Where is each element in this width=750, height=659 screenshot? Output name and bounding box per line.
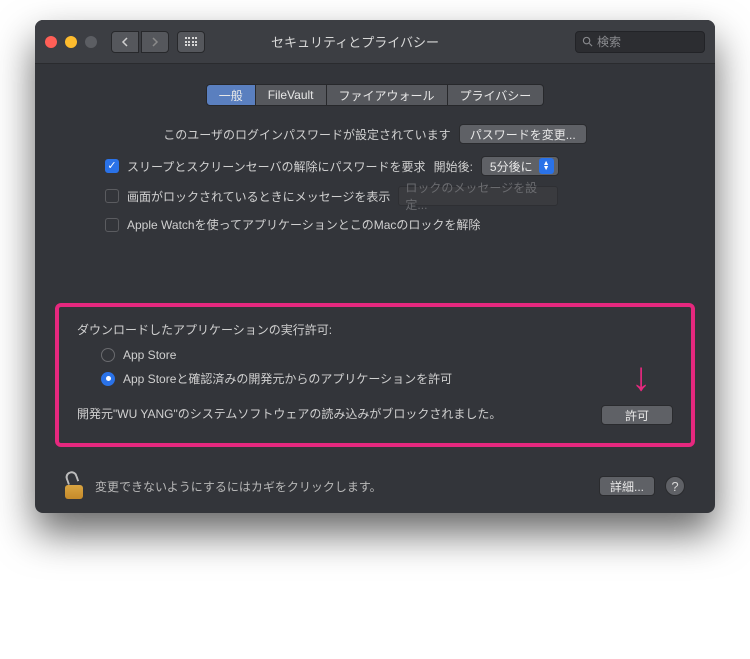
delay-value: 5分後に (490, 158, 533, 175)
require-password-row: スリープとスクリーンセーバの解除にパスワードを要求 開始後: 5分後に ▲▼ (65, 156, 685, 176)
lock-message-checkbox[interactable] (105, 189, 119, 203)
apple-watch-checkbox[interactable] (105, 218, 119, 232)
tab-privacy[interactable]: プライバシー (448, 84, 545, 106)
minimize-window-button[interactable] (65, 36, 77, 48)
radio-identified[interactable] (101, 372, 115, 386)
window-controls (45, 36, 97, 48)
help-button[interactable]: ? (665, 476, 685, 496)
lock-message-label: 画面がロックされているときにメッセージを表示 (127, 188, 390, 205)
apple-watch-label: Apple Watchを使ってアプリケーションとこのMacのロックを解除 (127, 216, 480, 233)
radio-appstore[interactable] (101, 348, 115, 362)
tab-filevault[interactable]: FileVault (256, 84, 327, 106)
blocked-software-row: 開発元"WU YANG"のシステムソフトウェアの読み込みがブロックされました。 … (77, 405, 673, 425)
zoom-window-button (85, 36, 97, 48)
after-label: 開始後: (434, 158, 473, 175)
change-password-button[interactable]: パスワードを変更... (459, 124, 587, 144)
radio-identified-row: App Storeと確認済みの開発元からのアプリケーションを許可 (77, 370, 673, 387)
content: 一般 FileVault ファイアウォール プライバシー このユーザのログインパ… (35, 64, 715, 513)
download-apps-title: ダウンロードしたアプリケーションの実行許可: (77, 321, 673, 338)
select-arrows-icon: ▲▼ (539, 158, 554, 174)
search-placeholder: 検索 (597, 33, 621, 50)
close-window-button[interactable] (45, 36, 57, 48)
lock-message-button: ロックのメッセージを設定... (398, 186, 558, 206)
tab-firewall[interactable]: ファイアウォール (327, 84, 448, 106)
footer: 変更できないようにするにはカギをクリックします。 詳細... ? (65, 467, 685, 499)
titlebar: セキュリティとプライバシー 検索 (35, 20, 715, 64)
lock-icon[interactable] (65, 473, 85, 499)
blocked-message: 開発元"WU YANG"のシステムソフトウェアの読み込みがブロックされました。 (77, 405, 585, 424)
radio-appstore-label: App Store (123, 348, 176, 362)
apple-watch-row: Apple Watchを使ってアプリケーションとこのMacのロックを解除 (65, 216, 685, 233)
radio-appstore-row: App Store (77, 348, 673, 362)
password-row: このユーザのログインパスワードが設定されています パスワードを変更... (65, 124, 685, 144)
password-description: このユーザのログインパスワードが設定されています (163, 126, 450, 143)
preferences-window: セキュリティとプライバシー 検索 一般 FileVault ファイアウォール プ… (35, 20, 715, 513)
delay-select[interactable]: 5分後に ▲▼ (481, 156, 559, 176)
search-icon (582, 36, 593, 47)
tab-general[interactable]: 一般 (206, 84, 256, 106)
details-button[interactable]: 詳細... (599, 476, 655, 496)
chevron-left-icon (121, 37, 129, 47)
radio-identified-label: App Storeと確認済みの開発元からのアプリケーションを許可 (123, 370, 452, 387)
lock-text: 変更できないようにするにはカギをクリックします。 (95, 478, 382, 495)
search-input[interactable]: 検索 (575, 31, 705, 53)
tabs: 一般 FileVault ファイアウォール プライバシー (65, 84, 685, 106)
lock-message-row: 画面がロックされているときにメッセージを表示 ロックのメッセージを設定... (65, 186, 685, 206)
window-title: セキュリティとプライバシー (135, 32, 575, 51)
require-password-checkbox[interactable] (105, 159, 119, 173)
require-password-label: スリープとスクリーンセーバの解除にパスワードを要求 (127, 158, 426, 175)
download-apps-section: ↓ ダウンロードしたアプリケーションの実行許可: App Store App S… (55, 303, 695, 447)
allow-button[interactable]: 許可 (601, 405, 673, 425)
